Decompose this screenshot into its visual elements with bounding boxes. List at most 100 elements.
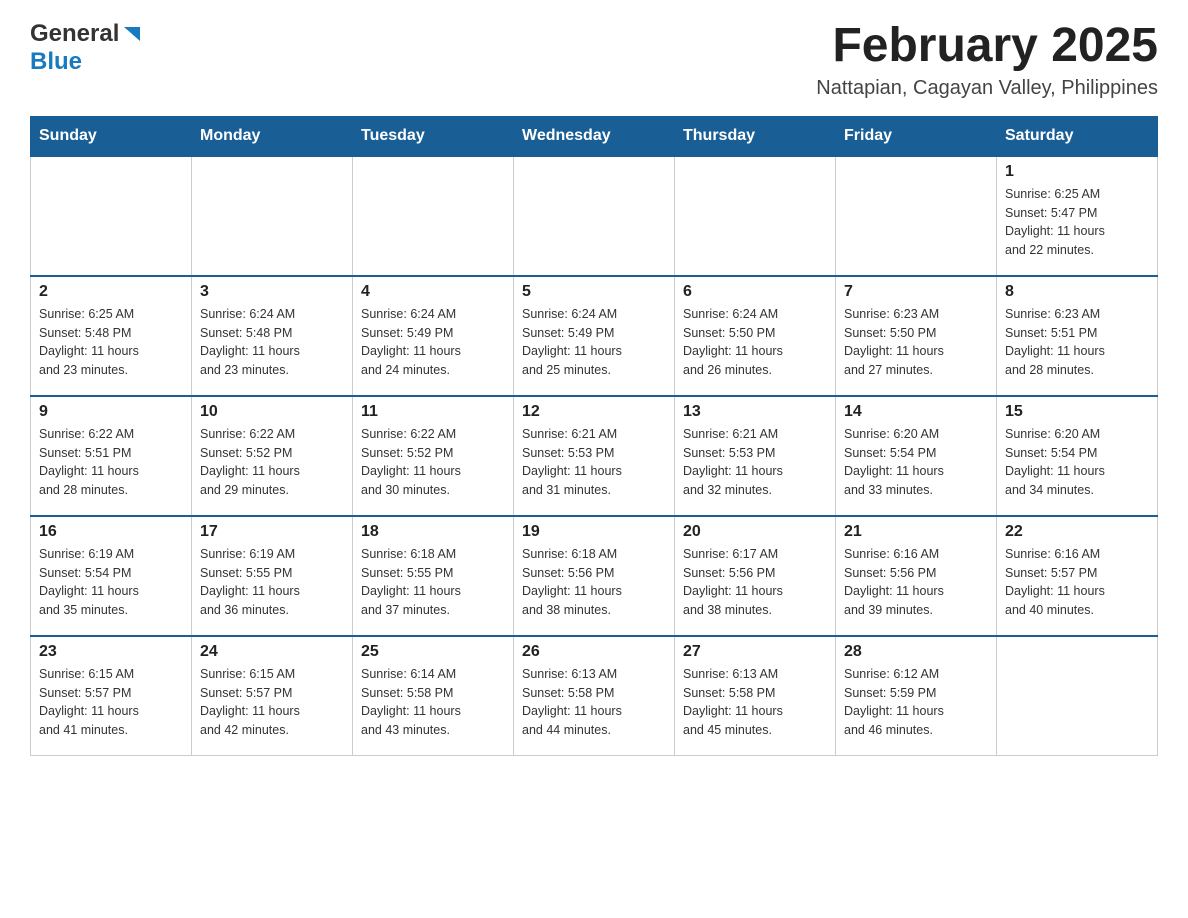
calendar-cell: 1 Sunrise: 6:25 AM Sunset: 5:47 PM Daylig… [997,156,1158,276]
day-number: 24 [200,643,344,661]
day-info: Sunrise: 6:19 AM Sunset: 5:55 PM Dayligh… [200,545,344,620]
day-info: Sunrise: 6:13 AM Sunset: 5:58 PM Dayligh… [522,665,666,740]
day-info: Sunrise: 6:23 AM Sunset: 5:50 PM Dayligh… [844,305,988,380]
logo-blue-text: Blue [30,48,82,75]
calendar-cell: 6 Sunrise: 6:24 AM Sunset: 5:50 PM Daylig… [675,276,836,396]
calendar-cell: 16Sunrise: 6:19 AM Sunset: 5:54 PM Dayli… [31,516,192,636]
calendar-cell: 28 Sunrise: 6:12 AM Sunset: 5:59 PM Dayli… [836,636,997,756]
day-info: Sunrise: 6:18 AM Sunset: 5:55 PM Dayligh… [361,545,505,620]
day-number: 6 [683,283,827,301]
weekday-header-wednesday: Wednesday [514,116,675,156]
day-number: 22 [1005,523,1149,541]
calendar-cell [997,636,1158,756]
calendar-header: SundayMondayTuesdayWednesdayThursdayFrid… [31,116,1158,156]
calendar-subtitle: Nattapian, Cagayan Valley, Philippines [816,77,1158,100]
day-number: 8 [1005,283,1149,301]
calendar-cell [675,156,836,276]
day-info: Sunrise: 6:21 AM Sunset: 5:53 PM Dayligh… [522,425,666,500]
calendar-week-row: 9Sunrise: 6:22 AM Sunset: 5:51 PM Daylig… [31,396,1158,516]
day-info: Sunrise: 6:22 AM Sunset: 5:52 PM Dayligh… [361,425,505,500]
calendar-cell [514,156,675,276]
day-number: 2 [39,283,183,301]
day-info: Sunrise: 6:20 AM Sunset: 5:54 PM Dayligh… [844,425,988,500]
calendar-cell: 24 Sunrise: 6:15 AM Sunset: 5:57 PM Dayli… [192,636,353,756]
day-number: 3 [200,283,344,301]
calendar-cell: 14 Sunrise: 6:20 AM Sunset: 5:54 PM Dayli… [836,396,997,516]
day-number: 9 [39,403,183,421]
calendar-cell [353,156,514,276]
page-header: General Blue February 2025 Nattapian, Ca… [30,20,1158,100]
calendar-cell: 5 Sunrise: 6:24 AM Sunset: 5:49 PM Daylig… [514,276,675,396]
calendar-cell: 18 Sunrise: 6:18 AM Sunset: 5:55 PM Dayli… [353,516,514,636]
day-info: Sunrise: 6:23 AM Sunset: 5:51 PM Dayligh… [1005,305,1149,380]
day-info: Sunrise: 6:21 AM Sunset: 5:53 PM Dayligh… [683,425,827,500]
weekday-header-saturday: Saturday [997,116,1158,156]
calendar-cell: 22 Sunrise: 6:16 AM Sunset: 5:57 PM Dayli… [997,516,1158,636]
day-info: Sunrise: 6:18 AM Sunset: 5:56 PM Dayligh… [522,545,666,620]
day-number: 21 [844,523,988,541]
day-info: Sunrise: 6:24 AM Sunset: 5:48 PM Dayligh… [200,305,344,380]
day-number: 11 [361,403,505,421]
calendar-cell: 20Sunrise: 6:17 AM Sunset: 5:56 PM Dayli… [675,516,836,636]
logo-triangle-icon [120,23,142,45]
weekday-header-tuesday: Tuesday [353,116,514,156]
calendar-cell: 11 Sunrise: 6:22 AM Sunset: 5:52 PM Dayli… [353,396,514,516]
day-info: Sunrise: 6:19 AM Sunset: 5:54 PM Dayligh… [39,545,183,620]
calendar-week-row: 23Sunrise: 6:15 AM Sunset: 5:57 PM Dayli… [31,636,1158,756]
day-number: 5 [522,283,666,301]
day-info: Sunrise: 6:12 AM Sunset: 5:59 PM Dayligh… [844,665,988,740]
calendar-body: 1 Sunrise: 6:25 AM Sunset: 5:47 PM Daylig… [31,156,1158,756]
calendar-cell: 21 Sunrise: 6:16 AM Sunset: 5:56 PM Dayli… [836,516,997,636]
day-info: Sunrise: 6:25 AM Sunset: 5:47 PM Dayligh… [1005,185,1149,260]
calendar-cell [192,156,353,276]
logo-general-text: General [30,20,119,48]
calendar-cell: 17 Sunrise: 6:19 AM Sunset: 5:55 PM Dayli… [192,516,353,636]
calendar-table: SundayMondayTuesdayWednesdayThursdayFrid… [30,116,1158,757]
day-info: Sunrise: 6:16 AM Sunset: 5:57 PM Dayligh… [1005,545,1149,620]
calendar-cell: 19 Sunrise: 6:18 AM Sunset: 5:56 PM Dayli… [514,516,675,636]
calendar-cell: 10Sunrise: 6:22 AM Sunset: 5:52 PM Dayli… [192,396,353,516]
weekday-header-monday: Monday [192,116,353,156]
day-number: 15 [1005,403,1149,421]
day-number: 19 [522,523,666,541]
day-info: Sunrise: 6:22 AM Sunset: 5:52 PM Dayligh… [200,425,344,500]
day-info: Sunrise: 6:13 AM Sunset: 5:58 PM Dayligh… [683,665,827,740]
day-number: 17 [200,523,344,541]
calendar-week-row: 16Sunrise: 6:19 AM Sunset: 5:54 PM Dayli… [31,516,1158,636]
day-number: 26 [522,643,666,661]
day-number: 27 [683,643,827,661]
calendar-cell: 23Sunrise: 6:15 AM Sunset: 5:57 PM Dayli… [31,636,192,756]
day-number: 12 [522,403,666,421]
calendar-title: February 2025 [816,20,1158,73]
calendar-cell: 2 Sunrise: 6:25 AM Sunset: 5:48 PM Daylig… [31,276,192,396]
day-number: 14 [844,403,988,421]
calendar-cell: 26 Sunrise: 6:13 AM Sunset: 5:58 PM Dayli… [514,636,675,756]
calendar-cell: 9Sunrise: 6:22 AM Sunset: 5:51 PM Daylig… [31,396,192,516]
day-info: Sunrise: 6:20 AM Sunset: 5:54 PM Dayligh… [1005,425,1149,500]
calendar-week-row: 1 Sunrise: 6:25 AM Sunset: 5:47 PM Daylig… [31,156,1158,276]
day-number: 28 [844,643,988,661]
calendar-cell: 13Sunrise: 6:21 AM Sunset: 5:53 PM Dayli… [675,396,836,516]
day-info: Sunrise: 6:25 AM Sunset: 5:48 PM Dayligh… [39,305,183,380]
day-number: 20 [683,523,827,541]
day-info: Sunrise: 6:16 AM Sunset: 5:56 PM Dayligh… [844,545,988,620]
weekday-header-sunday: Sunday [31,116,192,156]
calendar-cell: 25Sunrise: 6:14 AM Sunset: 5:58 PM Dayli… [353,636,514,756]
calendar-cell: 7Sunrise: 6:23 AM Sunset: 5:50 PM Daylig… [836,276,997,396]
day-number: 18 [361,523,505,541]
day-info: Sunrise: 6:24 AM Sunset: 5:49 PM Dayligh… [522,305,666,380]
day-info: Sunrise: 6:14 AM Sunset: 5:58 PM Dayligh… [361,665,505,740]
day-number: 1 [1005,163,1149,181]
day-info: Sunrise: 6:15 AM Sunset: 5:57 PM Dayligh… [200,665,344,740]
calendar-cell [31,156,192,276]
weekday-header-thursday: Thursday [675,116,836,156]
calendar-cell: 27 Sunrise: 6:13 AM Sunset: 5:58 PM Dayli… [675,636,836,756]
logo: General Blue [30,20,143,76]
calendar-cell: 4 Sunrise: 6:24 AM Sunset: 5:49 PM Daylig… [353,276,514,396]
weekday-header-row: SundayMondayTuesdayWednesdayThursdayFrid… [31,116,1158,156]
calendar-cell: 15 Sunrise: 6:20 AM Sunset: 5:54 PM Dayli… [997,396,1158,516]
day-info: Sunrise: 6:24 AM Sunset: 5:49 PM Dayligh… [361,305,505,380]
title-section: February 2025 Nattapian, Cagayan Valley,… [816,20,1158,100]
day-number: 4 [361,283,505,301]
day-info: Sunrise: 6:24 AM Sunset: 5:50 PM Dayligh… [683,305,827,380]
